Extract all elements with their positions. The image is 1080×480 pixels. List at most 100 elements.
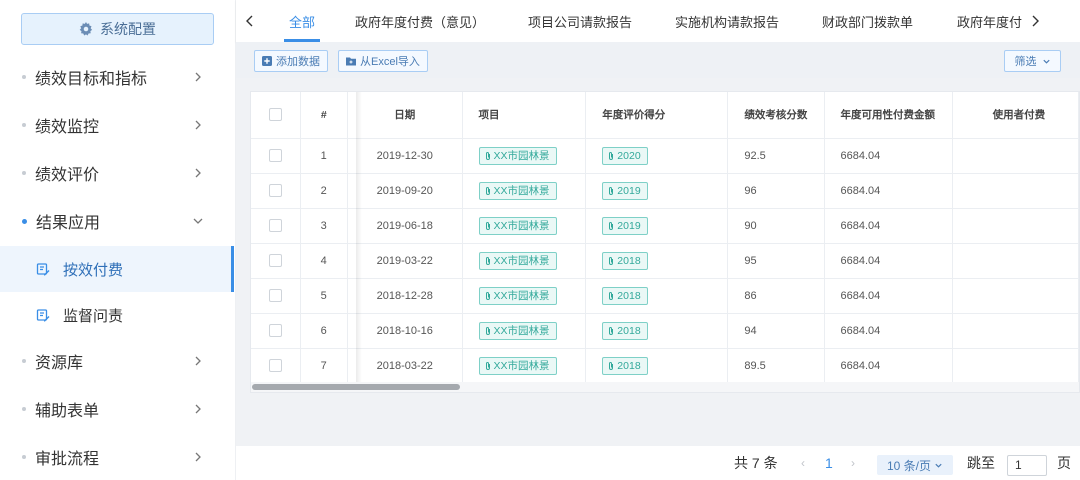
system-config-button[interactable]: 系统配置 (21, 13, 214, 45)
project-tag[interactable]: XX市园林景 (478, 181, 557, 200)
score-tag[interactable]: 2019 (602, 216, 648, 235)
table-row[interactable]: 4 2019-03-22 XX市园林景 2018 95 6684.04 (251, 243, 1079, 279)
sidebar-item-performance-evaluation[interactable]: 绩效评价 (0, 150, 232, 196)
paperclip-icon (609, 256, 614, 265)
table-row[interactable]: 2 2019-09-20 XX市园林景 2019 96 6684.04 (251, 173, 1079, 209)
sidebar-item-result-application[interactable]: 结果应用 (0, 198, 232, 244)
row-checkbox[interactable] (268, 324, 282, 337)
jump-page-input[interactable]: 1 (1007, 455, 1047, 476)
scrollbar-thumb[interactable] (252, 384, 460, 390)
horizontal-scrollbar[interactable] (251, 382, 1079, 392)
page-number-current[interactable]: 1 (825, 446, 833, 480)
paperclip-icon (485, 221, 490, 230)
project-tag[interactable]: XX市园林景 (478, 216, 557, 235)
score-tag[interactable]: 2018 (602, 251, 648, 270)
row-checkbox[interactable] (268, 184, 282, 197)
add-data-button[interactable]: 添加数据 (254, 50, 328, 72)
table-row[interactable]: 5 2018-12-28 XX市园林景 2018 86 6684.04 (251, 278, 1079, 314)
tab-project-company-request[interactable]: 项目公司请款报告 (528, 0, 632, 42)
sidebar-item-performance-goals[interactable]: 绩效目标和指标 (0, 54, 232, 100)
sidebar-item-performance-monitor[interactable]: 绩效监控 (0, 102, 232, 148)
tab-finance-allocation[interactable]: 财政部门拨款单 (822, 0, 913, 42)
sidebar-item-label: 绩效目标和指标 (35, 71, 148, 88)
project-tag[interactable]: XX市园林景 (478, 286, 557, 305)
chevron-right-icon (195, 72, 201, 82)
row-checkbox[interactable] (268, 254, 282, 267)
row-index: 5 (300, 278, 348, 314)
score-tag[interactable]: 2018 (602, 286, 648, 305)
system-config-label: 系统配置 (100, 21, 156, 37)
paperclip-icon (485, 361, 490, 370)
row-index: 6 (300, 313, 348, 349)
table-row[interactable]: 7 2018-03-22 XX市园林景 2018 89.5 6684.04 (251, 348, 1079, 384)
row-index: 3 (300, 208, 348, 244)
tab-gov-annual-payment[interactable]: 政府年度付 (957, 0, 1027, 42)
row-payment-amount: 6684.04 (824, 208, 953, 244)
filter-label: 筛选 (1014, 56, 1037, 68)
project-tag[interactable]: XX市园林景 (478, 146, 557, 165)
row-payment-amount: 6684.04 (824, 243, 953, 279)
project-tag-label: XX市园林景 (493, 220, 550, 232)
tab-implementing-agency-request[interactable]: 实施机构请款报告 (675, 0, 779, 42)
row-checkbox[interactable] (268, 219, 282, 232)
prev-page-icon[interactable]: ‹ (801, 446, 805, 480)
score-tag[interactable]: 2020 (602, 146, 648, 165)
import-excel-button[interactable]: 从Excel导入 (338, 50, 428, 72)
row-project-cell: XX市园林景 (462, 348, 587, 384)
header-date[interactable]: 日期 (347, 92, 463, 139)
table-row[interactable]: 1 2019-12-30 XX市园林景 2020 92.5 6684.04 (251, 138, 1079, 174)
row-checkbox[interactable] (268, 289, 282, 302)
project-tag[interactable]: XX市园林景 (478, 251, 557, 270)
filter-button[interactable]: 筛选 (1004, 50, 1061, 72)
table-row[interactable]: 6 2018-10-16 XX市园林景 2018 94 6684.04 (251, 313, 1079, 349)
sidebar-item-resource-library[interactable]: 资源库 (0, 338, 232, 384)
score-tag[interactable]: 2018 (602, 356, 648, 375)
chevron-right-icon[interactable] (1029, 14, 1041, 28)
table-row[interactable]: 3 2019-06-18 XX市园林景 2019 90 6684.04 (251, 208, 1079, 244)
score-tag-label: 2019 (617, 184, 641, 197)
score-tag[interactable]: 2019 (602, 181, 648, 200)
chevron-right-icon (195, 452, 201, 462)
select-all-checkbox[interactable] (268, 108, 282, 122)
toolbar: 添加数据 从Excel导入 筛选 (236, 42, 1080, 78)
row-score-cell: 2019 (585, 173, 729, 209)
row-assessment-score: 95 (727, 243, 825, 279)
paperclip-icon (485, 326, 490, 335)
header-assessment-score[interactable]: 绩效考核分数 (727, 92, 825, 139)
sidebar-item-auxiliary-forms[interactable]: 辅助表单 (0, 386, 232, 432)
sidebar-subitem-pay-by-performance[interactable]: 按效付费 (0, 246, 234, 292)
page-unit-label: 页 (1057, 455, 1071, 471)
project-tag-label: XX市园林景 (493, 150, 550, 162)
tab-all[interactable]: 全部 (289, 0, 315, 42)
header-annual-score[interactable]: 年度评价得分 (585, 92, 729, 139)
score-tag-label: 2019 (617, 219, 641, 232)
header-project[interactable]: 项目 (462, 92, 587, 139)
bullet-icon (22, 75, 26, 79)
sidebar-item-approval-flow[interactable]: 审批流程 (0, 434, 232, 480)
row-user-payment (952, 278, 1079, 314)
chevron-left-icon[interactable] (244, 14, 256, 28)
project-tag[interactable]: XX市园林景 (478, 321, 557, 340)
row-checkbox[interactable] (268, 149, 282, 162)
header-user-payment[interactable]: 使用者付费 (952, 92, 1079, 139)
score-tag-label: 2018 (617, 359, 641, 372)
row-date: 2018-03-22 (347, 348, 463, 384)
row-score-cell: 2018 (585, 278, 729, 314)
row-user-payment (952, 313, 1079, 349)
score-tag-label: 2018 (617, 324, 641, 337)
row-assessment-score: 92.5 (727, 138, 825, 174)
sidebar-subitem-supervision[interactable]: 监督问责 (0, 292, 234, 338)
next-page-icon[interactable]: › (851, 446, 855, 480)
chevron-down-icon (193, 218, 203, 224)
project-tag[interactable]: XX市园林景 (478, 356, 557, 375)
table-body: 1 2019-12-30 XX市园林景 2020 92.5 6684.04 2 2019-09… (251, 138, 1079, 384)
header-annual-availability-payment[interactable]: 年度可用性付费金额 (824, 92, 953, 139)
tab-gov-annual-payment-opinion[interactable]: 政府年度付费（意见） (355, 0, 485, 42)
chevron-down-icon (1042, 59, 1050, 64)
score-tag[interactable]: 2018 (602, 321, 648, 340)
paperclip-icon (609, 326, 614, 335)
row-checkbox[interactable] (268, 359, 282, 372)
row-project-cell: XX市园林景 (462, 208, 587, 244)
page-size-select[interactable]: 10 条/页 (877, 455, 953, 475)
jump-label: 跳至 (967, 455, 995, 471)
